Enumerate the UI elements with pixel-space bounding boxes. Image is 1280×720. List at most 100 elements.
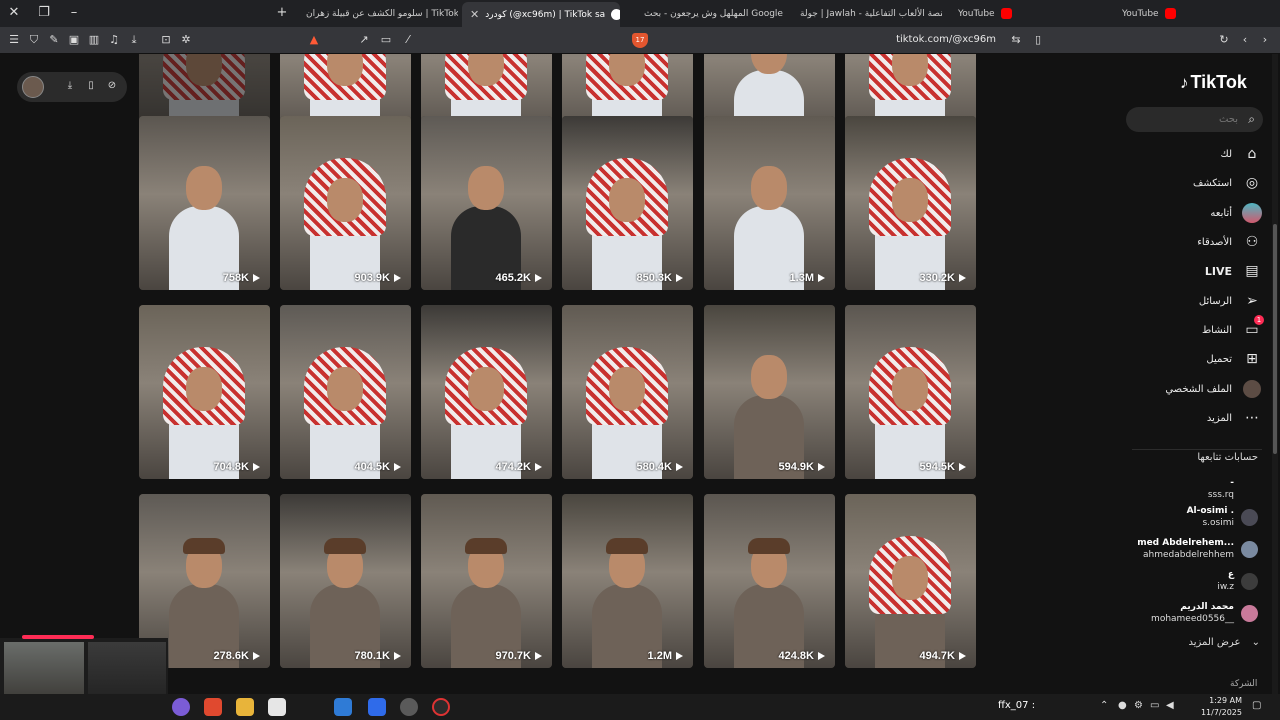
sidebar-icon[interactable]: ▥ [86,32,102,48]
warning-triangle-icon[interactable]: ▲ [306,32,322,48]
tab-google-search[interactable]: المهلهل وش يرجعون - بحث Google [636,0,784,27]
tab-jawlah[interactable]: جولة | Jawlah - منصة الألعاب التفاعلية [792,0,942,27]
screenshot-icon[interactable]: ⊡ [158,32,174,48]
view-count-text: 580.4K [636,461,672,473]
video-thumbnail[interactable]: 850.3K [562,116,693,290]
translate-icon[interactable]: ⁄ [400,32,416,48]
account-item[interactable]: - sss.rq [1120,476,1260,506]
nav-explore[interactable]: استكشف ◎ [1140,172,1262,194]
video-thumbnail[interactable]: 1.3M [704,116,835,290]
nav-live[interactable]: LIVE ▤ [1140,260,1262,282]
download-icon[interactable]: ⤓ [126,32,142,48]
nav-activity[interactable]: النشاط ▭ 1 [1140,315,1264,341]
browser-toolbar: ☰ ⛉ ✎ ▣ ▥ ♫ ⤓ ⊡ ✲ ▲ 17 ↗ ▭ ⁄ tiktok.com/… [0,27,1280,54]
image-icon[interactable]: ▣ [66,32,82,48]
video-thumbnail[interactable]: 1.2M [562,494,693,668]
tab-youtube-1[interactable]: YouTube [950,0,1110,27]
close-window-icon[interactable]: ✕ [4,4,24,22]
nav-for-you[interactable]: لك ⌂ [1140,143,1262,165]
nav-profile[interactable]: الملف الشخصي [1140,378,1262,400]
video-thumbnail[interactable]: 474.2K [421,305,552,479]
account-item[interactable]: محمد الدريم mohameed0556__ [1120,600,1260,630]
cast-icon[interactable]: ▭ [378,32,394,48]
view-count: 780.1K [355,650,401,662]
close-tab-icon[interactable]: ✕ [470,8,479,21]
tab-youtube-2[interactable]: YouTube [1114,0,1280,27]
account-item[interactable]: Al-osimi . s.osimi [1120,504,1260,534]
video-thumbnail[interactable]: 970.7K [421,494,552,668]
video-thumbnail[interactable]: 903.9K [280,116,411,290]
file-explorer-icon[interactable] [236,698,254,716]
settings-icon[interactable]: ⊘ [105,79,119,93]
search-bar[interactable]: ⌕ [1126,107,1263,132]
video-thumbnail[interactable]: 704.8K [139,305,270,479]
address-bar[interactable]: ▲ 17 ↗ ▭ ⁄ tiktok.com/@xc96m ⇆ [300,30,1040,51]
video-thumbnail[interactable]: 465.2K [421,116,552,290]
tiktok-logo[interactable]: ♪ TikTok [1180,72,1247,93]
see-more-link[interactable]: عرض المزيد ⌄ [1150,637,1261,648]
video-thumbnail[interactable]: 594.5K [845,305,976,479]
menu-icon[interactable]: ☰ [6,32,22,48]
monitor-icon[interactable]: ▭ [1150,700,1159,711]
reload-icon[interactable]: ↻ [1216,32,1232,48]
nav-following[interactable]: أتابعه [1140,202,1262,224]
play-icon [253,652,260,660]
forward-icon[interactable]: › [1257,32,1273,48]
video-thumbnail[interactable]: 404.5K [280,305,411,479]
video-thumbnail[interactable]: 424.8K [704,494,835,668]
volume-icon[interactable]: ◀ [1166,700,1174,711]
shield-outline-icon[interactable]: ⛉ [26,32,42,48]
video-thumbnail[interactable]: 494.7K [845,494,976,668]
obs-icon[interactable] [432,698,450,716]
store-icon[interactable] [268,698,286,716]
music-icon[interactable]: ♫ [106,32,122,48]
view-count-text: 494.7K [919,650,955,662]
clock[interactable]: 1:29 AM 11/7/2025 [1201,695,1242,719]
minimize-window-icon[interactable]: – [64,4,84,22]
brave-shield-icon[interactable]: 17 [632,33,648,48]
video-thumbnail[interactable]: 330.2K [845,116,976,290]
play-icon [253,274,260,282]
more-icon: ⋯ [1245,410,1259,426]
company-link[interactable]: الشركة [1230,679,1257,689]
extensions-icon[interactable]: ✲ [178,32,194,48]
download-icon[interactable]: ⤓ [63,79,77,93]
notifications-icon[interactable]: ▢ [1252,700,1261,711]
play-icon [253,463,260,471]
mail-icon[interactable] [334,698,352,716]
phone-icon[interactable]: ▯ [84,79,98,93]
new-tab-icon[interactable]: + [272,4,292,22]
video-thumbnail[interactable]: 758K [139,116,270,290]
account-item[interactable]: ع iw.z [1120,568,1260,598]
back-icon[interactable]: ‹ [1237,32,1253,48]
steam-icon[interactable] [400,698,418,716]
account-name: Al-osimi . [1186,506,1234,516]
nav-friends[interactable]: الأصدقاء ⚇ [1140,231,1262,253]
app-icon[interactable] [368,698,386,716]
nav-messages[interactable]: الرسائل ➢ [1140,290,1262,312]
tray-chevron-icon[interactable]: ⌃ [1100,700,1108,711]
site-settings-icon[interactable]: ⇆ [1008,32,1024,48]
video-thumbnail[interactable]: 580.4K [562,305,693,479]
tab-tiktok-profile[interactable]: ✕ كودرد (@xc96m) | TikTok sa [462,2,620,27]
search-icon[interactable]: ⌕ [1248,112,1255,127]
network-icon[interactable]: ⚙ [1134,700,1143,711]
nav-upload[interactable]: تحميل ⊞ [1140,348,1262,370]
youtube-icon [1164,8,1176,19]
mic-icon[interactable]: ● [1118,700,1127,711]
bookmark-icon[interactable]: ▯ [1030,32,1046,48]
discord-icon[interactable] [172,698,190,716]
search-input[interactable] [1138,111,1238,128]
avatar[interactable] [22,76,44,98]
tab-zahran[interactable]: سلومو الكشف عن قبيلة زهران | TikTok [298,0,458,27]
scrollbar-thumb[interactable] [1273,224,1277,454]
brave-icon[interactable] [204,698,222,716]
share-icon[interactable]: ↗ [356,32,372,48]
play-icon [959,463,966,471]
video-thumbnail[interactable]: 780.1K [280,494,411,668]
nav-more[interactable]: المزيد ⋯ [1140,407,1262,429]
video-thumbnail[interactable]: 594.9K [704,305,835,479]
brush-icon[interactable]: ✎ [46,32,62,48]
restore-window-icon[interactable]: ❐ [34,4,54,22]
account-item[interactable]: med Abdelrehem... ahmedabdelrehhem [1120,536,1260,566]
